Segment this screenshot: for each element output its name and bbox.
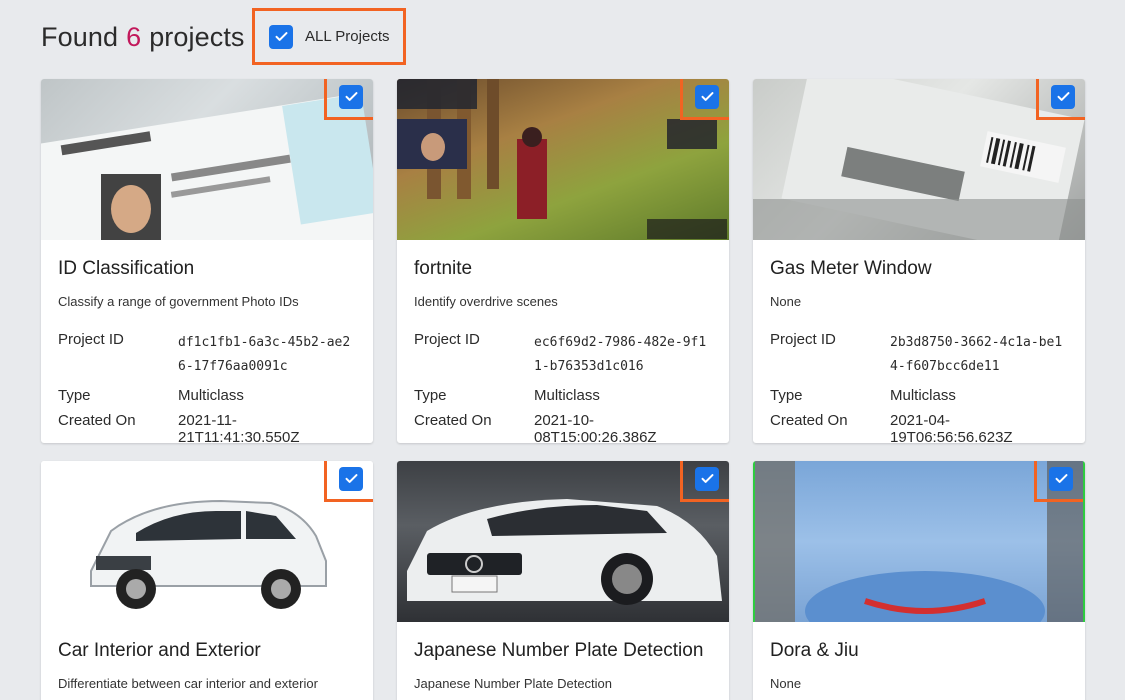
checkmark-icon xyxy=(339,84,363,109)
project-title: ID Classification xyxy=(58,258,195,279)
project-select-checkbox[interactable] xyxy=(680,79,729,120)
project-meta: Project ID 2b3d8750-3662-4c1a-be14-f607b… xyxy=(770,331,1068,443)
project-title: Dora & Jiu xyxy=(770,640,859,661)
project-thumbnail xyxy=(753,461,1085,622)
all-projects-label: ALL Projects xyxy=(305,28,390,45)
project-id-label: Project ID xyxy=(770,331,836,348)
project-title: Gas Meter Window xyxy=(770,258,932,279)
type-value: Multiclass xyxy=(534,387,600,404)
checkmark-icon[interactable] xyxy=(269,24,293,49)
checkmark-icon xyxy=(695,84,719,109)
project-id-label: Project ID xyxy=(414,331,480,348)
project-thumbnail xyxy=(753,79,1085,240)
project-title: Japanese Number Plate Detection xyxy=(414,640,704,661)
project-meta: Project ID df1c1fb1-6a3c-45b2-ae26-17f76… xyxy=(58,331,356,443)
type-label: Type xyxy=(58,387,91,404)
found-prefix: Found xyxy=(41,21,119,52)
project-thumbnail xyxy=(397,79,729,240)
project-select-checkbox[interactable] xyxy=(680,461,729,502)
project-id-label: Project ID xyxy=(58,331,124,348)
found-projects-title: Found 6 projects xyxy=(41,22,245,53)
type-label: Type xyxy=(770,387,803,404)
checkmark-icon xyxy=(1049,466,1073,491)
type-label: Type xyxy=(414,387,447,404)
project-id-value: df1c1fb1-6a3c-45b2-ae26-17f76aa0091c xyxy=(178,335,351,374)
project-thumbnail xyxy=(41,461,373,622)
project-meta: Project ID ec6f69d2-7986-482e-9f11-b7635… xyxy=(414,331,712,443)
project-thumbnail xyxy=(397,461,729,622)
created-on-value: 2021-10-08T15:00:26.386Z xyxy=(534,412,657,443)
created-on-label: Created On xyxy=(58,412,136,429)
checkmark-icon xyxy=(695,466,719,491)
project-title: fortnite xyxy=(414,258,473,279)
project-description: Classify a range of government Photo IDs xyxy=(58,294,299,309)
project-description: Japanese Number Plate Detection xyxy=(414,676,613,691)
project-card[interactable]: Car Interior and Exterior Differentiate … xyxy=(41,461,373,700)
project-description: Differentiate between car interior and e… xyxy=(58,676,318,691)
project-card[interactable]: fortnite Identify overdrive scenes Proje… xyxy=(397,79,729,443)
created-on-value: 2021-04-19T06:56:56.623Z xyxy=(890,412,1013,443)
project-select-checkbox[interactable] xyxy=(1036,79,1085,120)
project-card[interactable]: Gas Meter Window None Project ID 2b3d875… xyxy=(753,79,1085,443)
checkmark-icon xyxy=(1051,84,1075,109)
project-select-checkbox[interactable] xyxy=(324,79,373,120)
project-id-value: ec6f69d2-7986-482e-9f11-b76353d1c016 xyxy=(534,335,707,374)
project-description: None xyxy=(770,676,802,691)
created-on-value: 2021-11-21T11:41:30.550Z xyxy=(178,412,300,443)
page-header: Found 6 projects xyxy=(41,8,245,66)
project-thumbnail xyxy=(41,79,373,240)
project-card[interactable]: Japanese Number Plate Detection Japanese… xyxy=(397,461,729,700)
all-projects-checkbox[interactable]: ALL Projects xyxy=(252,8,406,65)
project-select-checkbox[interactable] xyxy=(324,461,373,502)
project-description: Identify overdrive scenes xyxy=(414,294,558,309)
project-id-value: 2b3d8750-3662-4c1a-be14-f607bcc6de11 xyxy=(890,335,1063,374)
project-select-checkbox[interactable] xyxy=(1034,461,1083,502)
project-title: Car Interior and Exterior xyxy=(58,640,261,661)
project-description: None xyxy=(770,294,802,309)
project-card[interactable]: ID Classification Classify a range of go… xyxy=(41,79,373,443)
checkmark-icon xyxy=(339,466,363,491)
type-value: Multiclass xyxy=(178,387,244,404)
found-count: 6 xyxy=(126,21,142,52)
project-card[interactable]: Dora & Jiu None xyxy=(753,461,1085,700)
found-suffix: projects xyxy=(149,21,245,52)
type-value: Multiclass xyxy=(890,387,956,404)
created-on-label: Created On xyxy=(414,412,492,429)
created-on-label: Created On xyxy=(770,412,848,429)
